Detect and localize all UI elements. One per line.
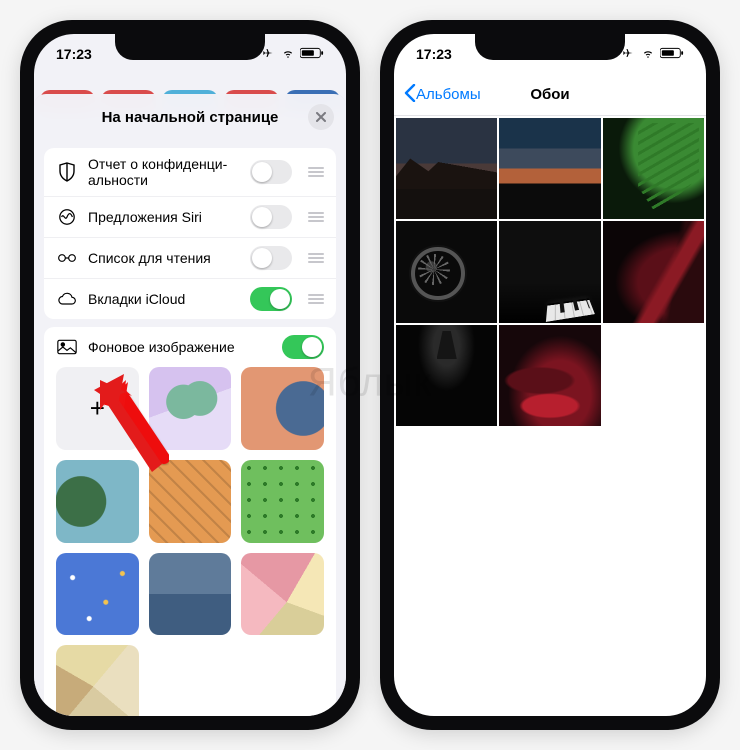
wallpaper-thumb[interactable] [149, 460, 232, 543]
row-label: Фоновое изображение [88, 339, 272, 355]
photo-thumb[interactable] [499, 325, 600, 426]
back-button[interactable]: Альбомы [404, 74, 481, 115]
add-wallpaper-button[interactable]: + [56, 367, 139, 450]
photo-thumb[interactable] [396, 221, 497, 322]
row-label: Вкладки iCloud [88, 291, 240, 307]
row-reading-list: Список для чтения [44, 237, 336, 278]
wifi-icon [280, 46, 296, 62]
wallpaper-thumb[interactable] [56, 645, 139, 716]
phone-right: 17:23 Ал [380, 20, 720, 730]
toggle-reading[interactable] [250, 246, 292, 270]
row-label: Отчет о конфиденци­альности [88, 156, 240, 188]
sheet-title: На начальной странице [102, 109, 279, 126]
wallpaper-grid: + [44, 367, 336, 716]
wallpaper-thumb[interactable] [56, 553, 139, 636]
wallpaper-thumb[interactable] [56, 460, 139, 543]
picture-icon [56, 339, 78, 355]
photo-thumb[interactable] [603, 118, 704, 219]
row-siri-suggestions: Предложения Siri [44, 196, 336, 237]
drag-handle-icon[interactable] [308, 253, 324, 263]
row-privacy-report: Отчет о конфиденци­альности [44, 148, 336, 196]
drag-handle-icon[interactable] [308, 212, 324, 222]
chevron-left-icon [404, 84, 414, 106]
wallpaper-thumb[interactable] [241, 367, 324, 450]
battery-icon [300, 46, 324, 62]
wallpaper-thumb[interactable] [241, 553, 324, 636]
nav-title: Обои [530, 86, 569, 103]
cloud-icon [56, 292, 78, 306]
photo-thumb[interactable] [603, 221, 704, 322]
glasses-icon [56, 252, 78, 264]
toggle-background-image[interactable] [282, 335, 324, 359]
wifi-icon [640, 46, 656, 62]
photo-thumb[interactable] [499, 221, 600, 322]
wallpaper-thumb[interactable] [149, 553, 232, 636]
photo-thumb[interactable] [396, 118, 497, 219]
battery-icon [660, 46, 684, 62]
row-icloud-tabs: Вкладки iCloud [44, 278, 336, 319]
row-label: Предложения Siri [88, 209, 240, 225]
toggle-siri[interactable] [250, 205, 292, 229]
close-button[interactable] [308, 104, 334, 130]
wallpaper-thumb[interactable] [241, 460, 324, 543]
row-label: Список для чтения [88, 250, 240, 266]
settings-list: Отчет о конфиденци­альности Предложения … [44, 148, 336, 319]
row-background-image: Фоновое изображение [44, 327, 336, 367]
wallpaper-thumb[interactable] [149, 367, 232, 450]
notch [475, 34, 625, 60]
nav-bar: Альбомы Обои [394, 74, 706, 116]
status-time: 17:23 [416, 46, 452, 62]
drag-handle-icon[interactable] [308, 294, 324, 304]
siri-icon [56, 208, 78, 226]
shield-icon [56, 162, 78, 182]
toggle-privacy[interactable] [250, 160, 292, 184]
photo-thumb[interactable] [396, 325, 497, 426]
background-image-card: Фоновое изображение + [44, 327, 336, 716]
phone-left: 17:23 [20, 20, 360, 730]
notch [115, 34, 265, 60]
status-time: 17:23 [56, 46, 92, 62]
close-icon [316, 109, 326, 125]
toggle-icloud-tabs[interactable] [250, 287, 292, 311]
drag-handle-icon[interactable] [308, 167, 324, 177]
customize-start-page-sheet: На начальной странице Отчет о конфиденци… [34, 94, 346, 716]
back-label: Альбомы [416, 86, 481, 103]
plus-icon: + [90, 393, 105, 424]
photo-thumb[interactable] [499, 118, 600, 219]
photo-grid [394, 116, 706, 428]
